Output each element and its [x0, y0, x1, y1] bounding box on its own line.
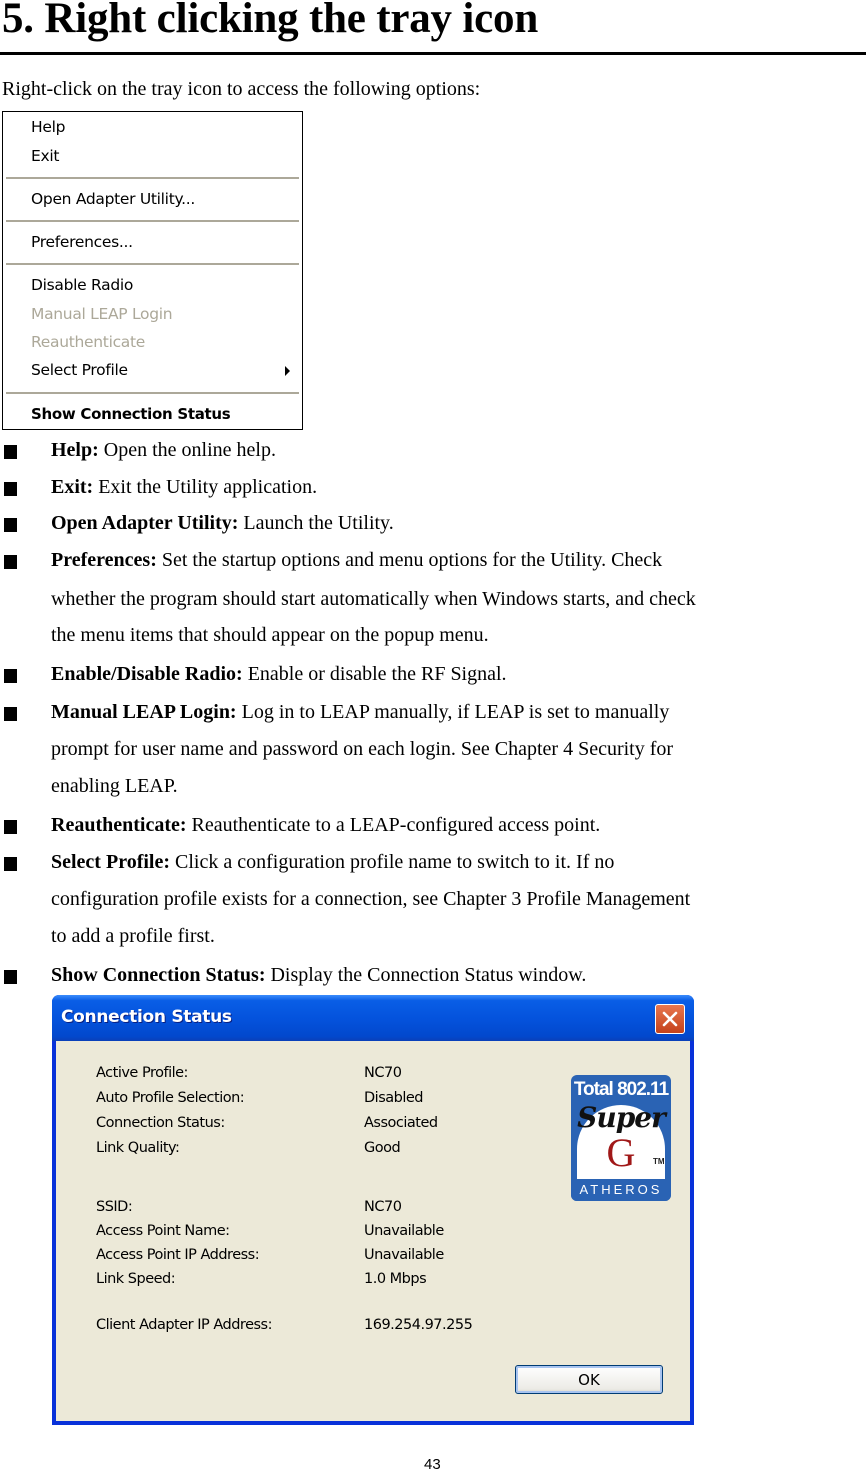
section-heading: 5. Right clicking the tray icon	[2, 0, 539, 42]
dialog-body: Active Profile: NC70 Auto Profile Select…	[56, 1041, 690, 1421]
logo-total-80211-text: Total 802.11	[573, 1079, 669, 1100]
field-value-link-speed: 1.0 Mbps	[364, 1271, 427, 1287]
dialog-title: Connection Status	[61, 1007, 232, 1027]
bullet-icon	[4, 445, 17, 459]
field-value-access-point-ip: Unavailable	[364, 1247, 444, 1263]
description-preferences: Preferences: Set the startup options and…	[51, 549, 663, 571]
menu-item-manual-leap-login: Manual LEAP Login	[31, 305, 173, 323]
description-manual-leap-login-cont: enabling LEAP.	[51, 775, 178, 797]
description-help: Help: Open the online help.	[51, 439, 276, 461]
menu-item-reauthenticate: Reauthenticate	[31, 333, 146, 351]
field-label-access-point-name: Access Point Name:	[96, 1223, 230, 1239]
bullet-icon	[4, 669, 17, 683]
bullet-icon	[4, 518, 17, 532]
menu-separator	[6, 177, 299, 180]
field-value-link-quality: Good	[364, 1140, 401, 1156]
field-value-active-profile: NC70	[364, 1065, 402, 1081]
atheros-super-g-logo: Total 802.11 Super G TM ATHEROS	[571, 1075, 671, 1201]
field-label-link-quality: Link Quality:	[96, 1140, 180, 1156]
menu-item-help[interactable]: Help	[31, 118, 65, 136]
field-label-auto-profile-selection: Auto Profile Selection:	[96, 1090, 245, 1106]
field-label-link-speed: Link Speed:	[96, 1271, 176, 1287]
description-select-profile: Select Profile: Click a configuration pr…	[51, 851, 615, 873]
field-value-client-adapter-ip: 169.254.97.255	[364, 1317, 473, 1333]
bullet-icon	[4, 707, 17, 721]
menu-separator	[6, 263, 299, 266]
field-label-access-point-ip: Access Point IP Address:	[96, 1247, 260, 1263]
menu-item-disable-radio[interactable]: Disable Radio	[31, 276, 133, 294]
description-reauthenticate: Reauthenticate: Reauthenticate to a LEAP…	[51, 814, 601, 836]
connection-status-dialog: Connection Status Active Profile: NC70 A…	[52, 995, 694, 1425]
menu-item-show-connection-status[interactable]: Show Connection Status	[31, 405, 231, 423]
field-value-connection-status: Associated	[364, 1115, 438, 1131]
page-number: 43	[424, 1456, 441, 1473]
field-label-client-adapter-ip: Client Adapter IP Address:	[96, 1317, 272, 1333]
menu-item-exit[interactable]: Exit	[31, 147, 59, 165]
field-label-connection-status: Connection Status:	[96, 1115, 225, 1131]
menu-separator	[6, 220, 299, 223]
bullet-icon	[4, 970, 17, 984]
menu-separator	[6, 392, 299, 395]
bullet-icon	[4, 555, 17, 569]
description-show-connection-status: Show Connection Status: Display the Conn…	[51, 964, 587, 986]
menu-item-select-profile[interactable]: Select Profile	[31, 361, 128, 379]
menu-item-preferences[interactable]: Preferences...	[31, 233, 133, 251]
field-value-ssid: NC70	[364, 1199, 402, 1215]
description-manual-leap-login-cont: prompt for user name and password on eac…	[51, 738, 674, 760]
field-value-auto-profile-selection: Disabled	[364, 1090, 424, 1106]
logo-tm: TM	[653, 1157, 665, 1166]
logo-g-letter: G	[606, 1130, 636, 1175]
bullet-icon	[4, 857, 17, 871]
field-label-ssid: SSID:	[96, 1199, 133, 1215]
close-icon	[662, 1011, 678, 1027]
ok-button[interactable]: OK	[515, 1365, 663, 1394]
dialog-titlebar[interactable]: Connection Status	[52, 995, 694, 1041]
description-enable-disable-radio: Enable/Disable Radio: Enable or disable …	[51, 663, 507, 685]
tray-context-menu: Help Exit Open Adapter Utility... Prefer…	[2, 111, 303, 430]
description-open-adapter-utility: Open Adapter Utility: Launch the Utility…	[51, 512, 394, 534]
bullet-icon	[4, 820, 17, 834]
description-select-profile-cont: to add a profile first.	[51, 925, 215, 947]
close-button[interactable]	[655, 1004, 685, 1034]
heading-rule	[0, 52, 866, 55]
description-manual-leap-login: Manual LEAP Login: Log in to LEAP manual…	[51, 701, 670, 723]
description-preferences-cont: the menu items that should appear on the…	[51, 624, 489, 646]
intro-text: Right-click on the tray icon to access t…	[2, 78, 481, 100]
description-exit: Exit: Exit the Utility application.	[51, 476, 318, 498]
submenu-arrow-icon	[285, 366, 290, 376]
field-value-access-point-name: Unavailable	[364, 1223, 444, 1239]
field-label-active-profile: Active Profile:	[96, 1065, 188, 1081]
description-preferences-cont: whether the program should start automat…	[51, 588, 696, 610]
description-select-profile-cont: configuration profile exists for a conne…	[51, 888, 691, 910]
logo-atheros-text: ATHEROS	[571, 1179, 671, 1201]
bullet-icon	[4, 482, 17, 496]
menu-item-open-adapter-utility[interactable]: Open Adapter Utility...	[31, 190, 195, 208]
